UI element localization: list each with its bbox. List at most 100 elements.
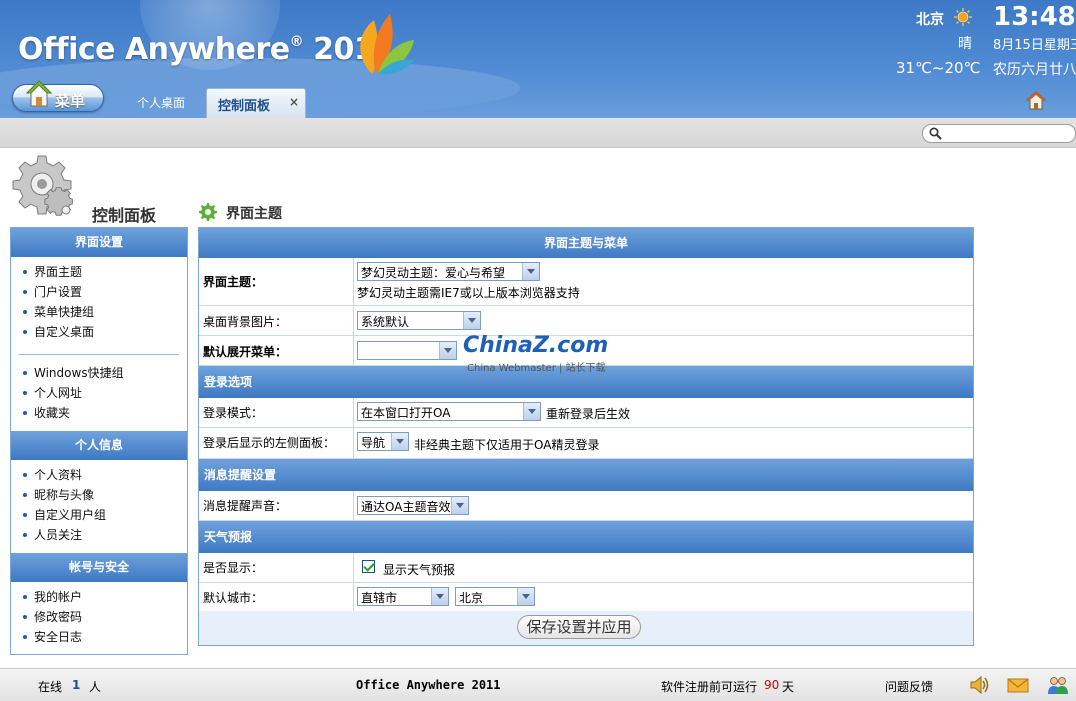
- nav-item-my-account[interactable]: 我的帐户: [22, 588, 82, 606]
- settings-panel: 界面主题与菜单 界面主题： 梦幻灵动主题：爱心与希望 梦幻灵动主题需IE7或以上…: [198, 227, 974, 646]
- message-sound-select-value: 通达OA主题音效: [361, 500, 451, 514]
- trial-prefix: 软件注册前可运行: [661, 680, 758, 694]
- mail-icon[interactable]: [1007, 675, 1029, 695]
- chevron-down-icon: [463, 312, 480, 329]
- sunny-icon: [954, 8, 972, 26]
- tab-control-panel[interactable]: 控制面板 ×: [206, 88, 306, 118]
- tab-close-icon[interactable]: ×: [289, 95, 299, 109]
- province-select[interactable]: 直辖市: [357, 587, 449, 606]
- bg-image-label: 桌面背景图片：: [203, 315, 288, 329]
- search-box[interactable]: [922, 124, 1076, 143]
- nav-group-account-security[interactable]: 帐号与安全: [11, 553, 187, 582]
- section-weather: 天气预报: [199, 521, 973, 553]
- chevron-down-icon: [391, 433, 408, 450]
- watermark-main: ChinaZ.com: [463, 333, 609, 358]
- search-input[interactable]: [945, 126, 1069, 141]
- nav-item-profile[interactable]: 个人资料: [22, 466, 82, 484]
- app-reg-mark: ®: [289, 34, 304, 50]
- online-suffix: 人: [89, 680, 102, 694]
- product-name: Office Anywhere 2011: [356, 678, 501, 692]
- nav-item-nickname-avatar[interactable]: 昵称与头像: [22, 486, 94, 504]
- chevron-down-icon: [451, 497, 468, 514]
- nav-item-favorites[interactable]: 收藏夹: [22, 404, 70, 422]
- login-mode-note: 重新登录后生效: [546, 407, 631, 421]
- theme-note: 梦幻灵动主题需IE7或以上版本浏览器支持: [357, 286, 580, 300]
- app-logo: Office Anywhere® 2011: [18, 32, 395, 67]
- row-theme: 界面主题： 梦幻灵动主题：爱心与希望 梦幻灵动主题需IE7或以上版本浏览器支持: [199, 258, 973, 306]
- watermark-sub: China Webmaster | 站长下载: [467, 363, 606, 374]
- status-bar: 在线 1 人 Office Anywhere 2011 软件注册前可运行 90 …: [0, 668, 1076, 701]
- nav-item-custom-desktop[interactable]: 自定义桌面: [22, 323, 94, 341]
- home-icon: [26, 80, 52, 107]
- app-name: Office Anywhere: [18, 32, 290, 67]
- section-title: 界面主题: [226, 206, 282, 222]
- main-menu-button[interactable]: 菜单: [12, 80, 104, 112]
- section-message-reminder: 消息提醒设置: [199, 459, 973, 491]
- chevron-down-icon: [522, 263, 539, 280]
- show-weather-label: 是否显示：: [203, 561, 264, 575]
- trial-days: 90: [764, 678, 780, 692]
- nav-item-follow[interactable]: 人员关注: [22, 526, 82, 544]
- panel-title: 界面主题与菜单: [199, 228, 973, 258]
- app-header: Office Anywhere® 2011 北京 晴 31℃~20℃ 13:48…: [0, 0, 1076, 118]
- bg-image-select[interactable]: 系统默认: [357, 311, 481, 330]
- weather-temperature: 31℃~20℃: [896, 59, 981, 77]
- chevron-down-icon: [439, 342, 456, 359]
- nav-item-security-log[interactable]: 安全日志: [22, 628, 82, 646]
- page-title: 控制面板: [92, 206, 157, 225]
- left-panel-note: 非经典主题下仅适用于OA精灵登录: [414, 438, 600, 452]
- nav-item-change-password[interactable]: 修改密码: [22, 608, 82, 626]
- online-count[interactable]: 1: [72, 678, 80, 692]
- weather-city[interactable]: 北京: [916, 9, 944, 29]
- row-left-panel: 登录后显示的左侧面板： 导航 非经典主题下仅适用于OA精灵登录: [199, 428, 973, 459]
- menu-label: 菜单: [55, 92, 86, 110]
- nav-item-personal-urls[interactable]: 个人网址: [22, 384, 82, 402]
- nav-item-theme[interactable]: 界面主题: [22, 263, 82, 281]
- show-weather-checkbox[interactable]: [362, 560, 375, 573]
- tab-personal-desktop[interactable]: 个人桌面: [120, 90, 202, 116]
- default-menu-label: 默认展开菜单：: [203, 345, 288, 359]
- default-menu-select[interactable]: [357, 341, 457, 360]
- site-watermark: ChinaZ.com China Webmaster | 站长下载: [463, 333, 613, 374]
- nav-item-custom-usergroup[interactable]: 自定义用户组: [22, 506, 106, 524]
- nav-item-menu-shortcuts[interactable]: 菜单快捷组: [22, 303, 94, 321]
- feedback-link[interactable]: 问题反馈: [885, 678, 933, 695]
- message-sound-label: 消息提醒声音：: [203, 499, 288, 513]
- city-select[interactable]: 北京: [455, 587, 535, 606]
- logo-leaves-icon: [360, 14, 414, 75]
- save-apply-button[interactable]: 保存设置并应用: [517, 615, 641, 639]
- theme-select[interactable]: 梦幻灵动主题：爱心与希望: [357, 262, 540, 281]
- row-bg-image: 桌面背景图片： 系统默认: [199, 306, 973, 336]
- online-users-icon[interactable]: [1047, 675, 1069, 695]
- nav-item-windows-shortcuts[interactable]: Windows快捷组: [22, 364, 124, 382]
- province-select-value: 直辖市: [361, 591, 398, 605]
- message-sound-select[interactable]: 通达OA主题音效: [357, 496, 469, 515]
- nav-group-ui-settings[interactable]: 界面设置: [11, 228, 187, 257]
- login-mode-select-value: 在本窗口打开OA: [361, 406, 451, 420]
- theme-select-value: 梦幻灵动主题：爱心与希望: [361, 266, 506, 280]
- chevron-down-icon: [517, 588, 534, 605]
- speaker-icon[interactable]: [968, 675, 990, 695]
- clock-time: 13:48: [993, 2, 1076, 32]
- left-panel-label: 登录后显示的左侧面板：: [203, 436, 336, 450]
- control-panel-gear-icon: [12, 155, 73, 216]
- left-nav: 界面设置 界面主题 门户设置 菜单快捷组 自定义桌面 Windows快捷组 个人…: [10, 227, 188, 655]
- nav-group-personal-info[interactable]: 个人信息: [11, 431, 187, 460]
- weather-condition: 晴: [958, 36, 972, 52]
- login-mode-select[interactable]: 在本窗口打开OA: [357, 402, 541, 421]
- chevron-down-icon: [523, 403, 540, 420]
- panel-footer: 保存设置并应用: [199, 611, 973, 645]
- clock-lunar-date: 农历六月廿八: [993, 62, 1076, 78]
- left-panel-select[interactable]: 导航: [357, 432, 409, 451]
- chevron-down-icon: [431, 588, 448, 605]
- city-select-value: 北京: [459, 591, 484, 605]
- theme-label: 界面主题：: [203, 275, 264, 289]
- nav-divider: [19, 354, 179, 355]
- row-show-weather: 是否显示： 显示天气预报: [199, 553, 973, 583]
- home-shortcut-icon[interactable]: [1026, 91, 1046, 111]
- row-default-city: 默认城市： 直辖市 北京: [199, 583, 973, 613]
- show-weather-text[interactable]: 显示天气预报: [383, 561, 455, 578]
- nav-item-portal[interactable]: 门户设置: [22, 283, 82, 301]
- trial-suffix: 天: [782, 680, 795, 694]
- search-icon: [929, 127, 942, 140]
